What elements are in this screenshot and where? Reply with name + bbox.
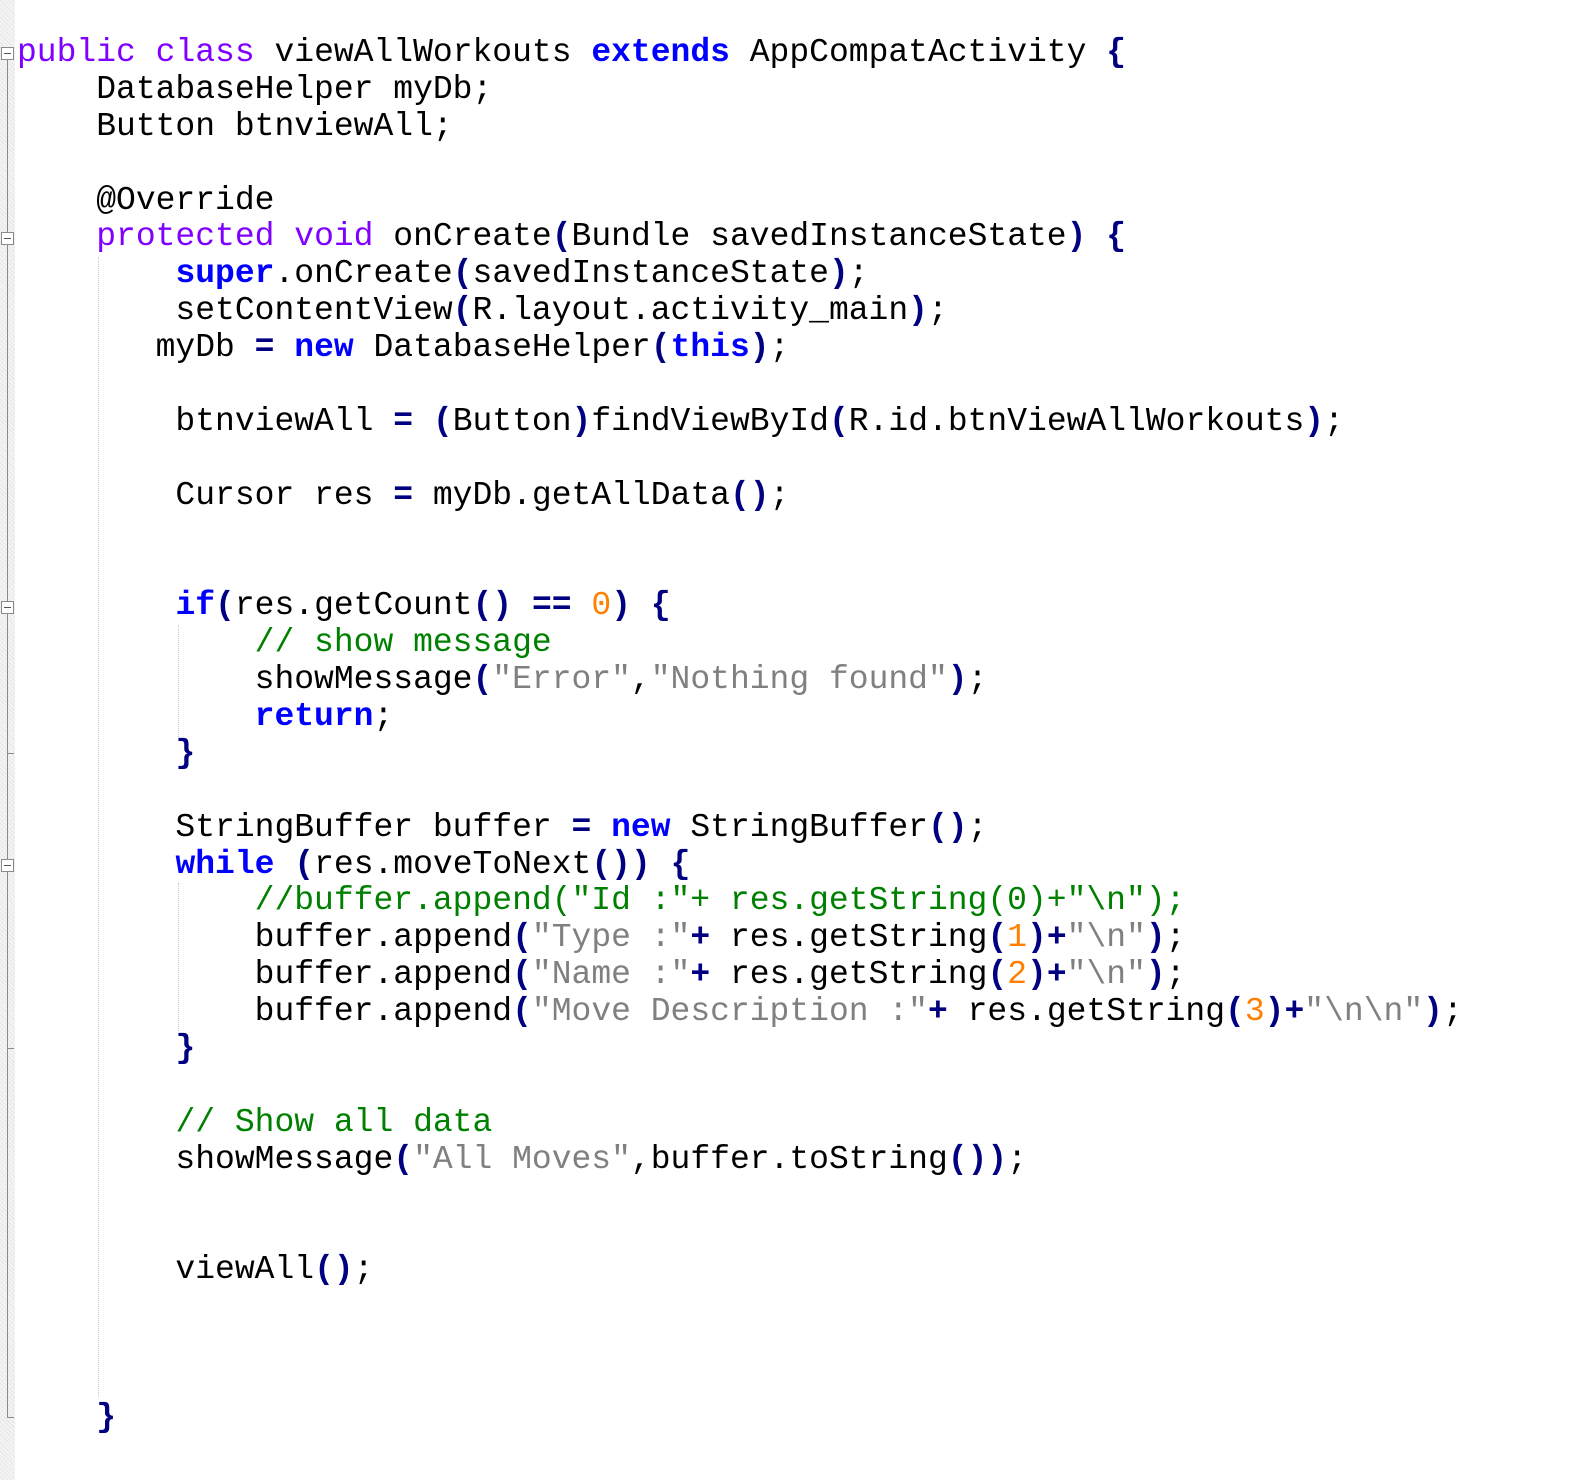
code-line[interactable]: //buffer.append("Id :"+ res.getString(0)…	[17, 883, 1463, 920]
code-line[interactable]: setContentView(R.layout.activity_main);	[17, 292, 1463, 330]
code-line[interactable]: }	[17, 735, 1463, 773]
code-line[interactable]: ​	[17, 515, 1463, 552]
code-line[interactable]: StringBuffer buffer = new StringBuffer()…	[17, 809, 1463, 847]
fold-end-marker	[7, 1417, 14, 1418]
code-line[interactable]: // Show all data	[17, 1104, 1463, 1142]
fold-line	[7, 58, 8, 1418]
code-line[interactable]: }	[17, 1399, 1463, 1437]
code-line[interactable]: showMessage("Error","Nothing found");	[17, 661, 1463, 699]
code-line[interactable]: }	[17, 1030, 1463, 1068]
fold-end-marker	[7, 1048, 14, 1049]
code-line[interactable]: @Override	[17, 182, 1463, 220]
code-line[interactable]: ​	[17, 1068, 1463, 1105]
code-line[interactable]: Cursor res = myDb.getAllData();	[17, 477, 1463, 515]
fold-toggle-class[interactable]	[1, 47, 14, 60]
code-line[interactable]: super.onCreate(savedInstanceState);	[17, 255, 1463, 293]
code-line[interactable]: ​	[17, 551, 1463, 588]
fold-toggle-while[interactable]	[1, 859, 14, 872]
fold-toggle-oncreate[interactable]	[1, 232, 14, 245]
code-line[interactable]: public class viewAllWorkouts extends App…	[17, 34, 1463, 72]
code-line[interactable]: if(res.getCount() == 0) {	[17, 587, 1463, 625]
fold-end-marker	[7, 753, 14, 754]
code-line[interactable]: myDb = new DatabaseHelper(this);	[17, 329, 1463, 367]
code-line[interactable]: ​	[17, 1326, 1463, 1363]
code-line[interactable]: while (res.moveToNext()) {	[17, 846, 1463, 884]
code-line[interactable]: btnviewAll = (Button)findViewById(R.id.b…	[17, 403, 1463, 441]
code-line[interactable]: return;	[17, 698, 1463, 736]
code-line[interactable]: ​	[17, 441, 1463, 478]
code-line[interactable]: // show message	[17, 624, 1463, 662]
code-line[interactable]: showMessage("All Moves",buffer.toString(…	[17, 1141, 1463, 1179]
fold-toggle-if[interactable]	[1, 601, 14, 614]
code-line[interactable]: buffer.append("Name :"+ res.getString(2)…	[17, 956, 1463, 994]
code-line[interactable]: ​	[17, 367, 1463, 404]
code-line[interactable]: buffer.append("Move Description :"+ res.…	[17, 993, 1463, 1031]
code-line[interactable]: protected void onCreate(Bundle savedInst…	[17, 219, 1463, 256]
code-line[interactable]: Button btnviewAll;	[17, 108, 1463, 146]
code-line[interactable]: DatabaseHelper myDb;	[17, 71, 1463, 109]
code-line[interactable]: ​	[17, 1289, 1463, 1326]
code-line[interactable]: buffer.append("Type :"+ res.getString(1)…	[17, 919, 1463, 957]
code-line[interactable]: ​	[17, 1216, 1463, 1253]
code-line[interactable]: viewAll();	[17, 1251, 1463, 1289]
code-line[interactable]: ​	[17, 1363, 1463, 1400]
code-editor[interactable]: public class viewAllWorkouts extends App…	[17, 34, 1463, 1437]
code-line[interactable]: ​	[17, 773, 1463, 810]
code-line[interactable]: ​	[17, 146, 1463, 183]
code-line[interactable]: ​	[17, 1179, 1463, 1216]
